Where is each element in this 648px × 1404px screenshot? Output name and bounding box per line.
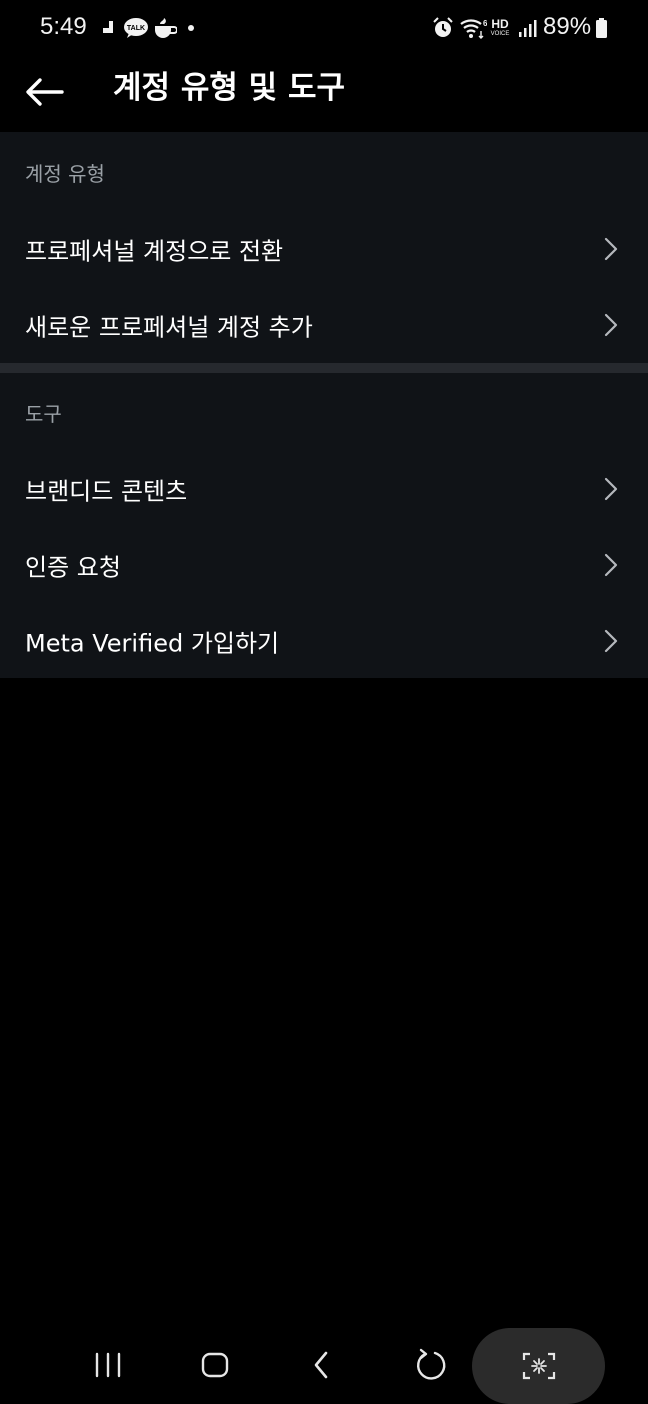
menu-item-add-professional-account[interactable]: 새로운 프로페셔널 계정 추가 bbox=[0, 287, 648, 363]
screenshot-capture-icon bbox=[522, 1352, 555, 1380]
battery-percent: 89% bbox=[543, 13, 592, 40]
battery-icon bbox=[594, 14, 608, 42]
menu-item-branded-content[interactable]: 브랜디드 콘텐츠 bbox=[0, 451, 648, 527]
chevron-right-icon bbox=[604, 237, 618, 261]
menu-item-meta-verified[interactable]: Meta Verified 가입하기 bbox=[0, 603, 648, 679]
recent-apps-icon bbox=[95, 1352, 121, 1378]
cup-icon bbox=[153, 17, 177, 39]
screenshot-capture-button[interactable] bbox=[472, 1328, 605, 1404]
chevron-right-icon bbox=[604, 477, 618, 501]
alarm-icon bbox=[431, 14, 455, 42]
menu-item-label: 프로페셔널 계정으로 전환 bbox=[25, 237, 284, 266]
home-button[interactable] bbox=[183, 1326, 247, 1404]
chevron-right-icon bbox=[604, 629, 618, 653]
section-divider bbox=[0, 363, 648, 373]
home-icon bbox=[201, 1352, 229, 1378]
wifi-6-icon: 6 bbox=[459, 14, 487, 42]
voice-text: VOICE bbox=[490, 31, 510, 37]
navigation-bar bbox=[0, 1326, 648, 1404]
tools-section: 도구 브랜디드 콘텐츠 인증 요청 Meta Verified 가입하기 bbox=[0, 373, 648, 678]
recent-apps-button[interactable] bbox=[76, 1326, 140, 1404]
section-header-tools: 도구 bbox=[25, 402, 62, 426]
menu-item-switch-to-professional[interactable]: 프로페셔널 계정으로 전환 bbox=[0, 211, 648, 287]
hd-voice-icon: HD VOICE bbox=[487, 14, 513, 42]
rotate-icon bbox=[417, 1348, 446, 1380]
menu-item-request-verification[interactable]: 인증 요청 bbox=[0, 527, 648, 603]
status-bar: 5:49 TALK 6 HD VOICE 89% bbox=[0, 0, 648, 56]
nav-back-button[interactable] bbox=[290, 1326, 354, 1404]
section-header-account-type: 계정 유형 bbox=[25, 162, 105, 186]
chevron-right-icon bbox=[604, 553, 618, 577]
arrow-left-icon bbox=[26, 78, 64, 106]
back-icon bbox=[314, 1351, 328, 1379]
talk-badge-text: TALK bbox=[127, 25, 145, 32]
menu-item-label: 브랜디드 콘텐츠 bbox=[25, 477, 188, 506]
dot-icon bbox=[185, 17, 197, 39]
back-button[interactable] bbox=[20, 68, 68, 116]
app-header: 계정 유형 및 도구 bbox=[0, 56, 648, 132]
page-title: 계정 유형 및 도구 bbox=[113, 70, 346, 106]
status-time: 5:49 bbox=[40, 13, 87, 40]
chevron-right-icon bbox=[604, 313, 618, 337]
menu-item-label: 인증 요청 bbox=[25, 553, 121, 582]
app-notification-icon bbox=[98, 17, 118, 39]
hd-text: HD bbox=[491, 17, 509, 31]
menu-item-label: 새로운 프로페셔널 계정 추가 bbox=[25, 313, 313, 342]
talk-icon: TALK bbox=[123, 17, 149, 39]
rotate-button[interactable] bbox=[398, 1326, 462, 1404]
account-type-section: 계정 유형 프로페셔널 계정으로 전환 새로운 프로페셔널 계정 추가 bbox=[0, 132, 648, 363]
menu-item-label: Meta Verified 가입하기 bbox=[25, 629, 280, 658]
signal-icon bbox=[517, 14, 539, 42]
